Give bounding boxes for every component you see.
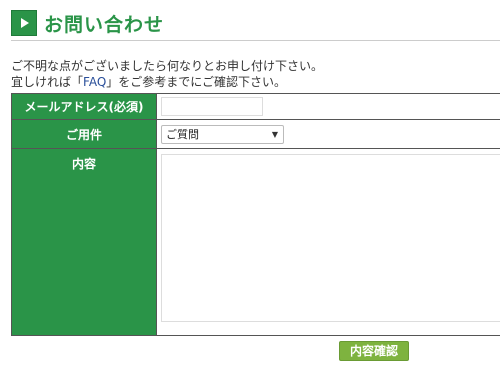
chevron-down-icon: ▼	[271, 129, 278, 139]
type-select[interactable]: ご質問 ▼	[161, 124, 284, 144]
email-label: メールアドレス(必須)	[11, 93, 157, 120]
contact-form: メールアドレス(必須) ご用件 ご質問 ▼ 内容	[11, 93, 500, 336]
type-label: ご用件	[11, 119, 157, 149]
email-cell	[156, 93, 500, 120]
form-row-body: 内容	[11, 148, 500, 336]
intro-text: ご不明な点がございましたら何なりとお申し付け下さい。 宜しければ「FAQ」をご参…	[11, 58, 323, 90]
intro-line-2-after: 」をご参考までにご確認下さい。	[106, 75, 287, 89]
form-row-email: メールアドレス(必須)	[11, 93, 500, 120]
header-divider	[11, 40, 500, 41]
type-select-value: ご質問	[166, 127, 199, 141]
type-cell: ご質問 ▼	[156, 119, 500, 149]
body-cell	[156, 148, 500, 336]
faq-link[interactable]: FAQ	[83, 75, 106, 89]
confirm-button[interactable]: 内容確認	[339, 341, 409, 361]
email-field[interactable]	[161, 97, 263, 116]
body-label: 内容	[11, 148, 157, 336]
play-triangle-icon	[11, 10, 37, 36]
intro-line-2: 宜しければ「FAQ」をご参考までにご確認下さい。	[11, 74, 323, 90]
intro-line-1: ご不明な点がございましたら何なりとお申し付け下さい。	[11, 59, 324, 73]
page-title: お問い合わせ	[44, 13, 165, 36]
form-row-type: ご用件 ご質問 ▼	[11, 119, 500, 149]
page-header: お問い合わせ	[11, 9, 164, 37]
body-textarea[interactable]	[161, 154, 500, 322]
intro-line-2-before: 宜しければ「	[11, 75, 84, 89]
